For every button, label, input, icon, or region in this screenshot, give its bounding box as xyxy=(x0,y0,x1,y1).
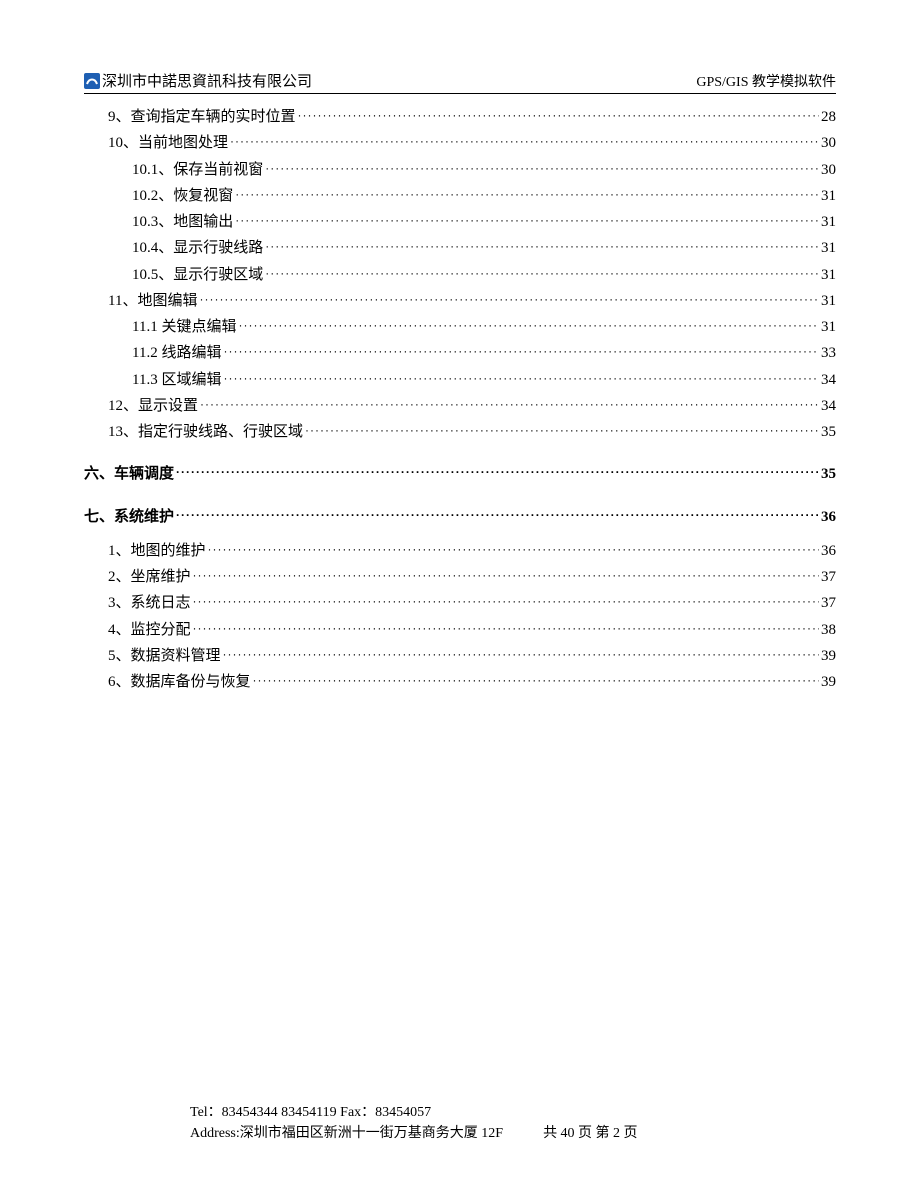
toc-entry-page: 31 xyxy=(821,288,836,314)
toc-entry: 10.2、恢复视窗 31 xyxy=(84,183,836,209)
toc-entry-label: 10.5、显示行驶区域 xyxy=(132,262,263,288)
toc-entry-label: 11.2 线路编辑 xyxy=(132,340,221,366)
toc-entry: 11.2 线路编辑 33 xyxy=(84,340,836,366)
page-header: 深圳市中諾思資訊科技有限公司 GPS/GIS 教学模拟软件 xyxy=(84,70,836,94)
toc-leader-dots xyxy=(265,158,819,179)
toc-leader-dots xyxy=(298,105,819,126)
toc-leader-dots xyxy=(253,670,819,691)
toc-heading-label: 六、车辆调度 xyxy=(84,461,174,487)
toc-leader-dots xyxy=(193,618,819,639)
toc-entry: 10.3、地图输出 31 xyxy=(84,209,836,235)
toc-entry-page: 35 xyxy=(821,419,836,445)
toc-entry: 11、地图编辑 31 xyxy=(84,288,836,314)
toc-leader-dots xyxy=(235,210,819,231)
toc-entry-page: 31 xyxy=(821,235,836,261)
toc-entry: 6、数据库备份与恢复 39 xyxy=(84,669,836,695)
footer-page-count: 共 40 页 第 2 页 xyxy=(543,1123,638,1144)
toc-entry: 11.3 区域编辑 34 xyxy=(84,367,836,393)
toc-leader-dots xyxy=(193,591,819,612)
toc-entry-page: 30 xyxy=(821,157,836,183)
toc-entry-page: 37 xyxy=(821,564,836,590)
footer-address: Address:深圳市福田区新洲十一街万基商务大厦 12F xyxy=(190,1123,503,1144)
toc-section-1: 9、查询指定车辆的实时位置2810、当前地图处理3010.1、保存当前视窗301… xyxy=(84,104,836,445)
toc-entry-label: 10、当前地图处理 xyxy=(108,130,228,156)
company-name: 深圳市中諾思資訊科技有限公司 xyxy=(102,70,312,91)
toc-entry-page: 31 xyxy=(821,183,836,209)
toc-entry-label: 3、系统日志 xyxy=(108,590,191,616)
toc-entry-page: 33 xyxy=(821,340,836,366)
toc-entry: 11.1 关键点编辑 31 xyxy=(84,314,836,340)
toc-entry: 10.1、保存当前视窗 30 xyxy=(84,157,836,183)
toc-leader-dots xyxy=(265,263,819,284)
toc-entry-page: 31 xyxy=(821,314,836,340)
toc-leader-dots xyxy=(200,394,819,415)
toc-entry-page: 31 xyxy=(821,262,836,288)
toc-entry: 10.4、显示行驶线路 31 xyxy=(84,235,836,261)
toc-entry-label: 10.4、显示行驶线路 xyxy=(132,235,263,261)
toc-entry-label: 10.3、地图输出 xyxy=(132,209,233,235)
header-left: 深圳市中諾思資訊科技有限公司 xyxy=(84,70,312,91)
toc-entry-page: 36 xyxy=(821,538,836,564)
toc-leader-dots xyxy=(305,420,819,441)
toc-entry: 13、指定行驶线路、行驶区域 35 xyxy=(84,419,836,445)
document-title: GPS/GIS 教学模拟软件 xyxy=(696,71,836,91)
toc-entry-label: 10.1、保存当前视窗 xyxy=(132,157,263,183)
toc-entry: 2、坐席维护 37 xyxy=(84,564,836,590)
toc-entry-label: 9、查询指定车辆的实时位置 xyxy=(108,104,296,130)
toc-entry-page: 34 xyxy=(821,367,836,393)
toc-entry: 5、数据资料管理 39 xyxy=(84,643,836,669)
toc-entry-label: 10.2、恢复视窗 xyxy=(132,183,233,209)
toc-leader-dots xyxy=(265,236,819,257)
toc-entry: 9、查询指定车辆的实时位置 28 xyxy=(84,104,836,130)
toc-heading-page: 36 xyxy=(821,504,836,530)
page: 深圳市中諾思資訊科技有限公司 GPS/GIS 教学模拟软件 9、查询指定车辆的实… xyxy=(0,0,920,1196)
toc-entry: 1、地图的维护 36 xyxy=(84,538,836,564)
toc-section-2: 1、地图的维护362、坐席维护373、系统日志374、监控分配385、数据资料管… xyxy=(84,538,836,696)
toc-entry-label: 4、监控分配 xyxy=(108,617,191,643)
toc-entry-label: 11、地图编辑 xyxy=(108,288,197,314)
toc-leader-dots xyxy=(193,565,819,586)
toc-entry-page: 34 xyxy=(821,393,836,419)
toc-leader-dots xyxy=(176,505,819,526)
toc-entry-page: 38 xyxy=(821,617,836,643)
toc-entry: 10.5、显示行驶区域 31 xyxy=(84,262,836,288)
page-footer: Tel：83454344 83454119 Fax：83454057 Addre… xyxy=(0,1102,920,1144)
toc-entry: 4、监控分配 38 xyxy=(84,617,836,643)
toc-leader-dots xyxy=(223,368,819,389)
toc-leader-dots xyxy=(238,315,819,336)
toc-entry-label: 12、显示设置 xyxy=(108,393,198,419)
toc-heading-page: 35 xyxy=(821,461,836,487)
footer-line2: Address:深圳市福田区新洲十一街万基商务大厦 12F 共 40 页 第 2… xyxy=(190,1123,920,1144)
toc-heading-7: 七、系统维护 36 xyxy=(84,504,836,530)
toc-entry: 10、当前地图处理 30 xyxy=(84,130,836,156)
toc-leader-dots xyxy=(223,644,819,665)
toc-entry: 3、系统日志 37 xyxy=(84,590,836,616)
toc-entry-label: 2、坐席维护 xyxy=(108,564,191,590)
toc-leader-dots xyxy=(176,462,819,483)
toc-entry-page: 31 xyxy=(821,209,836,235)
toc-entry-label: 13、指定行驶线路、行驶区域 xyxy=(108,419,303,445)
toc-leader-dots xyxy=(235,184,819,205)
toc-entry-label: 11.1 关键点编辑 xyxy=(132,314,236,340)
company-logo-icon xyxy=(84,73,100,89)
toc-entry-page: 39 xyxy=(821,669,836,695)
toc-heading-6: 六、车辆调度 35 xyxy=(84,461,836,487)
toc-entry-page: 37 xyxy=(821,590,836,616)
toc-leader-dots xyxy=(199,289,819,310)
toc-entry-label: 11.3 区域编辑 xyxy=(132,367,221,393)
toc-leader-dots xyxy=(223,341,819,362)
toc-entry-page: 28 xyxy=(821,104,836,130)
toc-leader-dots xyxy=(230,131,819,152)
toc-entry-label: 1、地图的维护 xyxy=(108,538,206,564)
toc-entry: 12、显示设置 34 xyxy=(84,393,836,419)
toc-leader-dots xyxy=(208,539,819,560)
toc-entry-page: 30 xyxy=(821,130,836,156)
toc-entry-page: 39 xyxy=(821,643,836,669)
footer-tel: Tel：83454344 83454119 Fax：83454057 xyxy=(190,1102,920,1123)
toc-heading-label: 七、系统维护 xyxy=(84,504,174,530)
toc-entry-label: 5、数据资料管理 xyxy=(108,643,221,669)
toc-entry-label: 6、数据库备份与恢复 xyxy=(108,669,251,695)
